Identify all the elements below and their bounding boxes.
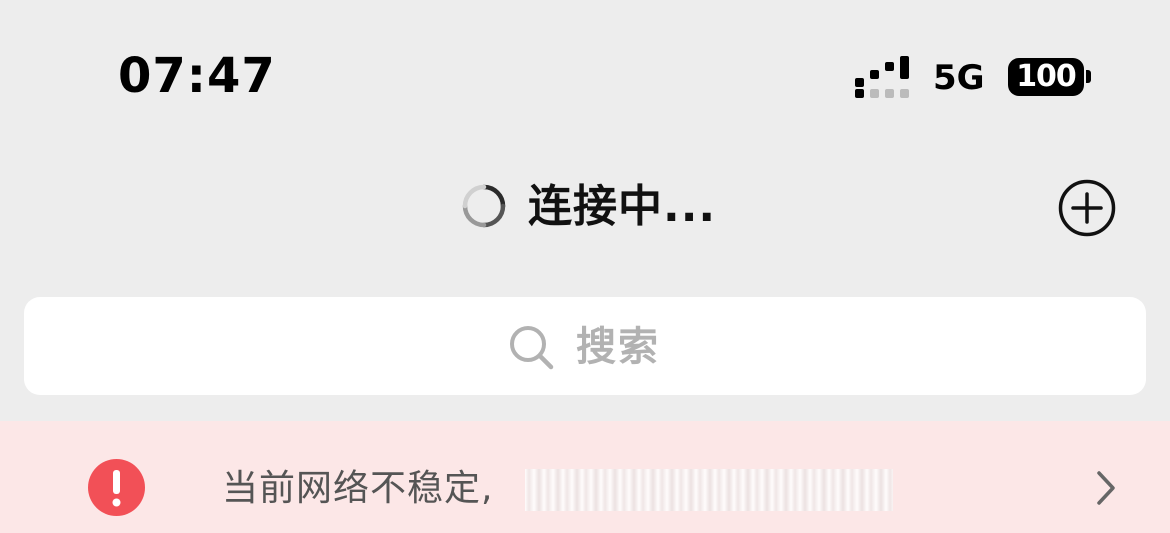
page-title: 连接中...: [528, 181, 717, 232]
add-button[interactable]: [1058, 179, 1116, 237]
banner-message: 当前网络不稳定,: [222, 468, 494, 509]
search-input[interactable]: 搜索: [24, 297, 1146, 395]
network-warning-banner[interactable]: 当前网络不稳定,: [0, 421, 1170, 533]
nav-bar: 连接中...: [0, 160, 1170, 260]
status-time: 07:47: [118, 48, 276, 104]
chevron-right-icon: [1097, 471, 1115, 505]
network-type: 5G: [933, 58, 985, 98]
status-bar: 07:47 5G 100: [0, 0, 1170, 140]
search-placeholder: 搜索: [576, 324, 660, 370]
battery-tip: [1086, 70, 1091, 83]
exclamation-circle-icon: [88, 459, 145, 516]
signal-strength-icon: [855, 56, 909, 98]
battery-indicator: 100: [1008, 58, 1084, 96]
loading-spinner-icon: [462, 184, 506, 228]
search-inner: 搜索: [508, 322, 660, 372]
search-icon: [510, 326, 554, 370]
blurred-text: [525, 469, 893, 511]
